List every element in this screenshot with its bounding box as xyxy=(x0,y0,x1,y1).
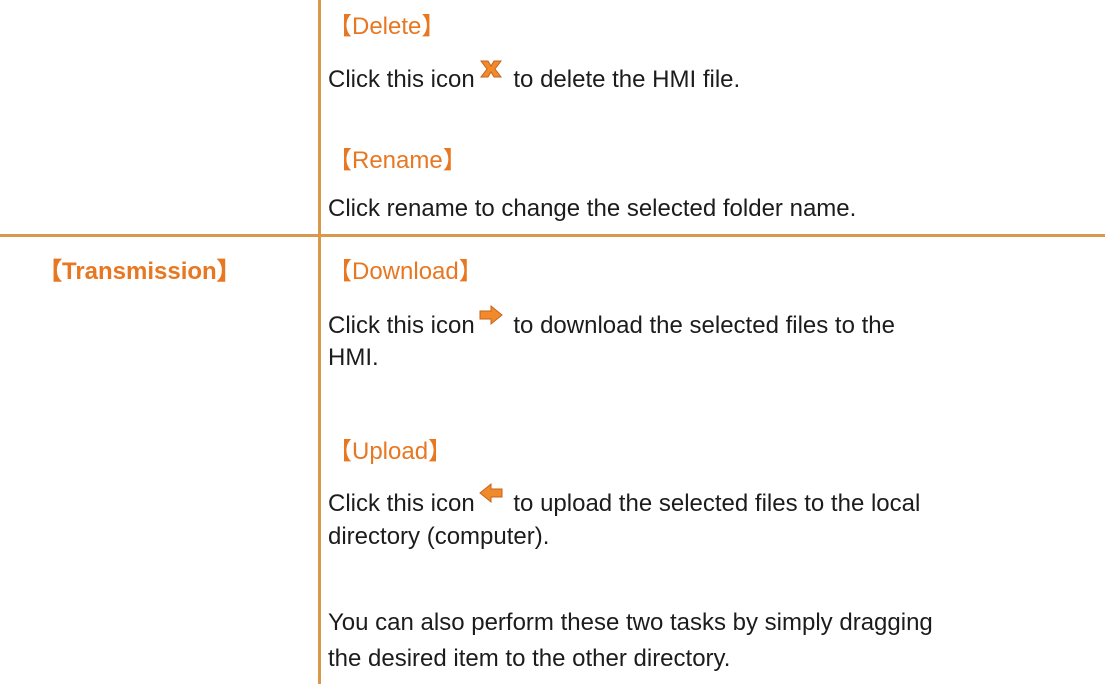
transmission-title: 【Transmission】 xyxy=(38,258,241,285)
download-heading: 【Download】 xyxy=(328,258,483,285)
rename-description: Click rename to change the selected fold… xyxy=(328,195,857,222)
table-row-file-operations: 【Delete】 Click this icon to delete the H… xyxy=(0,0,1105,234)
row-title-cell xyxy=(0,0,318,234)
upload-text-after: to upload the selected files to the loca… xyxy=(506,490,921,517)
upload-description: Click this icon to upload the selected f… xyxy=(328,481,920,521)
arrow-left-icon xyxy=(478,482,503,504)
drag-note-line2: the desired item to the other directory. xyxy=(328,645,731,672)
delete-heading: 【Delete】 xyxy=(328,13,446,40)
download-description: Click this icon to download the selected… xyxy=(328,303,895,343)
delete-x-icon xyxy=(479,60,502,78)
rename-heading: 【Rename】 xyxy=(328,147,467,174)
drag-note-line1: You can also perform these two tasks by … xyxy=(328,609,933,636)
download-text-before: Click this icon xyxy=(328,312,475,339)
upload-text-before: Click this icon xyxy=(328,490,475,517)
delete-text-after: to delete the HMI file. xyxy=(506,66,741,93)
row-content-cell: 【Download】 Click this icon to download t… xyxy=(328,237,1104,684)
row-content-cell: 【Delete】 Click this icon to delete the H… xyxy=(328,0,1104,234)
delete-description: Click this icon to delete the HMI file. xyxy=(328,57,740,97)
document-table: 【Delete】 Click this icon to delete the H… xyxy=(0,0,1105,684)
delete-text-before: Click this icon xyxy=(328,66,475,93)
upload-heading: 【Upload】 xyxy=(328,438,453,465)
arrow-right-icon xyxy=(479,304,503,326)
download-description-line2: HMI. xyxy=(328,344,379,371)
download-text-after: to download the selected files to the xyxy=(506,312,895,339)
upload-description-line2: directory (computer). xyxy=(328,523,550,550)
table-row-transmission: 【Transmission】 【Download】 Click this ico… xyxy=(0,237,1105,684)
row-title-cell: 【Transmission】 xyxy=(0,237,318,684)
